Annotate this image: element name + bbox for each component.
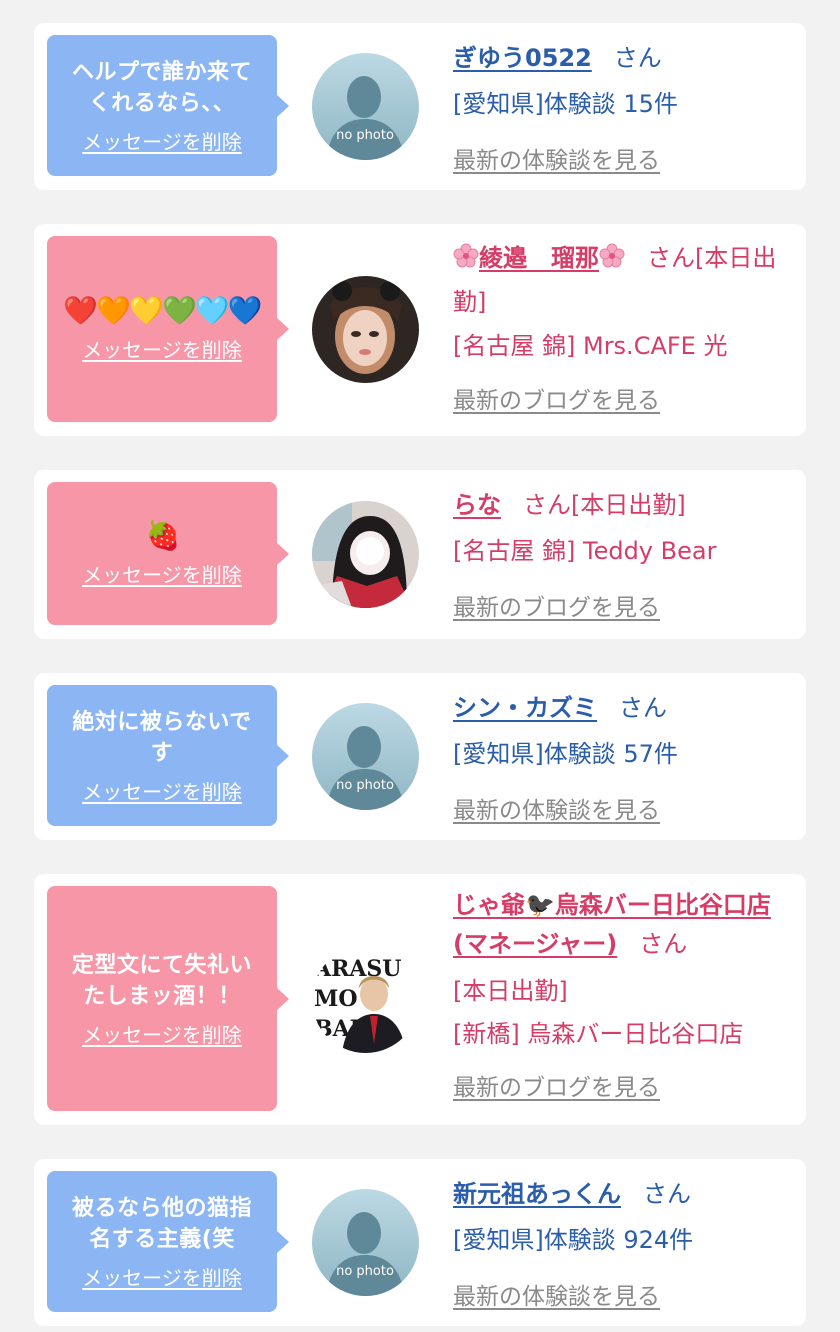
avatar[interactable]: no photo — [312, 703, 419, 810]
message-bubble: ❤️🧡💛💚🩵💙 メッセージを削除 — [47, 236, 289, 422]
shop-info: [名古屋 錦] Mrs.CAFE 光 — [453, 332, 728, 360]
user-info: 綾邉 瑠那 さん[本日出勤] [名古屋 錦] Mrs.CAFE 光 最新のブログを… — [453, 236, 786, 423]
user-info: じゃ爺🐦‍⬛烏森バー日比谷口店(マネージャー) さん [本日出勤] [新橋] 烏森… — [453, 886, 786, 1110]
user-name-link[interactable]: 新元祖あっくん — [453, 1180, 621, 1208]
honorific: さん — [619, 694, 667, 722]
message-text: 定型文にて失礼い たしまッ酒！！ — [71, 952, 252, 1009]
profile-photo: ARASU MO BAR — [312, 946, 419, 1053]
message-list: ヘルプで誰か来て くれるなら、、 メッセージを削除 no photo ぎゆう05… — [0, 0, 840, 1332]
message-bubble: ヘルプで誰か来て くれるなら、、 メッセージを削除 — [47, 35, 289, 176]
user-name-link[interactable]: じゃ爺🐦‍⬛烏森バー日比谷口店(マネージャー) — [453, 891, 771, 958]
user-info: シン・カズミ さん [愛知県]体験談 57件 最新の体験談を見る — [453, 685, 786, 834]
no-photo-avatar-icon: no photo — [312, 53, 419, 160]
shop-info: [名古屋 錦] Teddy Bear — [453, 537, 717, 565]
user-name-link[interactable]: 綾邉 瑠那 — [453, 243, 625, 272]
cherry-blossom-icon — [599, 243, 625, 268]
delete-message-link[interactable]: メッセージを削除 — [82, 1022, 242, 1048]
latest-blog-link[interactable]: 最新のブログを見る — [453, 1075, 660, 1101]
message-text: 被るなら他の猫指 名する主義(笑 — [71, 1195, 252, 1252]
latest-review-link[interactable]: 最新の体験談を見る — [453, 1284, 660, 1310]
list-item: ❤️🧡💛💚🩵💙 メッセージを削除 綾邉 瑠那 さん[本日出勤] [名古屋 錦] M… — [34, 224, 806, 436]
cherry-blossom-icon — [453, 243, 479, 268]
status-text: [本日出勤] — [453, 977, 568, 1005]
user-info: 新元祖あっくん さん [愛知県]体験談 924件 最新の体験談を見る — [453, 1171, 786, 1320]
user-info: らな さん[本日出勤] [名古屋 錦] Teddy Bear 最新のブログを見る — [453, 482, 786, 631]
svg-text:ARASU: ARASU — [313, 956, 402, 982]
user-name-link[interactable]: シン・カズミ — [453, 694, 597, 722]
user-name-link[interactable]: ぎゆう0522 — [453, 44, 592, 72]
message-bubble: 絶対に被らないで す メッセージを削除 — [47, 685, 289, 826]
message-bubble: 🍓 メッセージを削除 — [47, 482, 289, 625]
message-bubble: 定型文にて失礼い たしまッ酒！！ メッセージを削除 — [47, 886, 289, 1111]
list-item: ヘルプで誰か来て くれるなら、、 メッセージを削除 no photo ぎゆう05… — [34, 23, 806, 190]
message-text: 絶対に被らないで す — [72, 709, 252, 766]
list-item: 絶対に被らないで す メッセージを削除 no photo シン・カズミ さん [愛… — [34, 673, 806, 840]
svg-text:no photo: no photo — [336, 128, 394, 143]
shop-info: [新橋] 烏森バー日比谷口店 — [453, 1020, 744, 1048]
honorific: さん — [643, 1180, 691, 1208]
list-item: 定型文にて失礼い たしまッ酒！！ メッセージを削除 ARASU MO BAR じ… — [34, 874, 806, 1125]
delete-message-link[interactable]: メッセージを削除 — [82, 129, 242, 155]
no-photo-avatar-icon: no photo — [312, 1189, 419, 1296]
svg-text:no photo: no photo — [336, 1264, 394, 1279]
user-name-link[interactable]: らな — [453, 491, 501, 519]
delete-message-link[interactable]: メッセージを削除 — [82, 337, 242, 363]
avatar[interactable]: no photo — [312, 53, 419, 160]
user-info: ぎゆう0522 さん [愛知県]体験談 15件 最新の体験談を見る — [453, 35, 786, 184]
honorific-status: さん[本日出勤] — [523, 491, 686, 519]
delete-message-link[interactable]: メッセージを削除 — [82, 779, 242, 805]
message-bubble: 被るなら他の猫指 名する主義(笑 メッセージを削除 — [47, 1171, 289, 1312]
review-count: [愛知県]体験談 15件 — [453, 90, 678, 118]
avatar[interactable]: no photo — [312, 1189, 419, 1296]
latest-review-link[interactable]: 最新の体験談を見る — [453, 148, 660, 174]
review-count: [愛知県]体験談 57件 — [453, 740, 678, 768]
avatar[interactable] — [312, 276, 419, 383]
honorific: さん — [613, 44, 662, 72]
delete-message-link[interactable]: メッセージを削除 — [82, 562, 242, 588]
latest-blog-link[interactable]: 最新のブログを見る — [453, 595, 660, 621]
list-item: 🍓 メッセージを削除 らな さん[本日出勤] [名古屋 錦] Teddy Bear… — [34, 470, 806, 639]
avatar[interactable] — [312, 501, 419, 608]
delete-message-link[interactable]: メッセージを削除 — [82, 1265, 242, 1291]
no-photo-avatar-icon: no photo — [312, 703, 419, 810]
list-item: 被るなら他の猫指 名する主義(笑 メッセージを削除 no photo 新元祖あっ… — [34, 1159, 806, 1326]
latest-review-link[interactable]: 最新の体験談を見る — [453, 798, 660, 824]
svg-text:MO: MO — [314, 986, 358, 1012]
svg-text:no photo: no photo — [336, 778, 394, 793]
avatar[interactable]: ARASU MO BAR — [312, 946, 419, 1053]
profile-photo — [312, 501, 419, 608]
message-text: ❤️🧡💛💚🩵💙 — [63, 294, 262, 327]
review-count: [愛知県]体験談 924件 — [453, 1226, 694, 1254]
latest-blog-link[interactable]: 最新のブログを見る — [453, 388, 660, 414]
message-text: 🍓 — [145, 518, 181, 552]
message-text: ヘルプで誰か来て くれるなら、、 — [71, 59, 252, 116]
honorific: さん — [639, 930, 688, 958]
profile-photo — [312, 276, 419, 383]
